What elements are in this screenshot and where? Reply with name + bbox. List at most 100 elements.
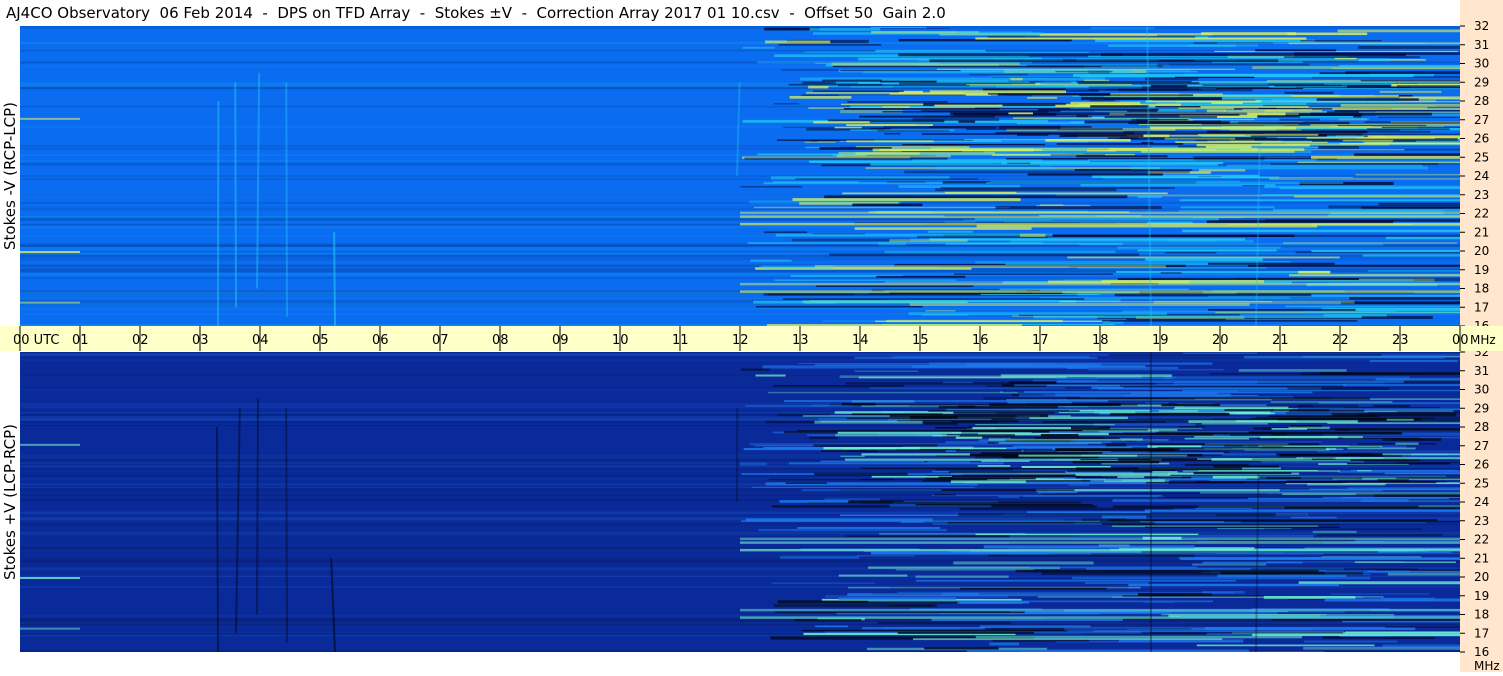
time-tick-label: 16	[972, 333, 989, 348]
bottom-striation	[1144, 602, 1175, 603]
bottom-striation	[1356, 494, 1460, 495]
bottom-striation	[1064, 628, 1255, 631]
top-frequency-axis-svg: 1617181920212223242526272829303132MHz	[1460, 0, 1503, 326]
top-striation	[1298, 162, 1460, 163]
chart-title: AJ4CO Observatory 06 Feb 2014 - DPS on T…	[0, 0, 1460, 26]
bottom-striation	[1145, 510, 1460, 512]
bottom-striation	[1323, 637, 1435, 639]
bottom-emission-band	[1266, 477, 1301, 478]
top-emission-band	[1397, 85, 1460, 88]
top-striation	[753, 301, 968, 304]
top-striation	[764, 231, 807, 233]
top-emission-band	[1142, 142, 1154, 144]
bottom-emission-band	[978, 465, 1011, 467]
top-striation	[1077, 267, 1266, 268]
top-striation	[1182, 235, 1460, 237]
top-striation	[1000, 289, 1189, 290]
time-tick-label: 06	[372, 333, 389, 348]
bottom-striation	[1161, 614, 1326, 615]
top-striation	[1131, 166, 1428, 169]
bottom-striation	[1317, 534, 1442, 536]
top-emission-band	[838, 85, 970, 87]
top-emission-band	[813, 91, 904, 92]
top-striation	[981, 294, 1101, 295]
top-emission-band	[884, 133, 900, 135]
top-striation	[969, 74, 1028, 76]
top-striation	[1269, 178, 1460, 179]
bottom-emission-band	[813, 444, 937, 446]
bottom-striation	[768, 392, 1018, 393]
time-tick-label: 21	[1272, 333, 1289, 348]
bottom-noise-band	[20, 483, 1460, 485]
bottom-striation	[1291, 517, 1337, 519]
bottom-noise-band	[20, 374, 1460, 376]
bottom-vertical-streak	[286, 408, 287, 642]
top-striation	[749, 200, 901, 203]
bottom-striation	[1370, 360, 1458, 362]
top-freq-tick-label: 27	[1474, 113, 1489, 127]
bottom-emission-band	[1289, 481, 1447, 482]
bottom-emission-band	[938, 477, 952, 480]
top-striation	[922, 314, 968, 315]
bottom-emission-band	[1104, 479, 1165, 482]
top-stripe	[740, 212, 1460, 215]
bottom-emission-band	[1073, 461, 1159, 463]
time-tick-label: 00	[1452, 333, 1469, 348]
bottom-emission-band	[1307, 483, 1385, 485]
top-striation	[975, 37, 1306, 39]
bottom-striation	[857, 555, 915, 556]
bottom-striation	[929, 362, 1212, 364]
bottom-striation	[1082, 518, 1126, 521]
top-emission-band	[1365, 121, 1460, 122]
top-freq-tick-label: 24	[1474, 169, 1489, 183]
top-striation	[852, 204, 922, 207]
bottom-striation	[786, 483, 827, 484]
top-emission-band	[1242, 109, 1312, 110]
top-emission-band	[1299, 113, 1363, 116]
top-freq-tick-label: 30	[1474, 57, 1489, 71]
top-striation	[996, 206, 1162, 209]
bottom-emission-band	[1298, 405, 1313, 406]
bottom-striation	[1385, 626, 1460, 627]
top-striation	[1283, 242, 1457, 244]
bottom-emission-band	[975, 456, 1018, 458]
bottom-striation	[740, 462, 767, 465]
bottom-emission-band	[1382, 453, 1460, 455]
top-striation	[930, 59, 1279, 62]
top-noise-band	[20, 65, 1460, 67]
top-striation	[1180, 199, 1460, 201]
bottom-emission-band	[939, 406, 1058, 409]
top-emission-band	[1279, 119, 1319, 121]
bottom-freq-tick-label: 22	[1474, 533, 1489, 547]
top-emission-band	[925, 144, 970, 145]
bottom-freq-tick-label: 21	[1474, 551, 1489, 565]
bottom-stripe	[20, 628, 80, 630]
bottom-emission-band	[995, 442, 1101, 443]
bottom-emission-band	[988, 442, 999, 444]
top-vertical-streak	[334, 232, 335, 326]
top-striation	[1300, 116, 1353, 118]
bottom-emission-band	[1041, 434, 1079, 437]
bottom-striation	[932, 495, 1162, 496]
top-emission-band	[1090, 105, 1148, 107]
top-vertical-streak	[235, 82, 236, 307]
top-striation	[1361, 80, 1460, 82]
top-freq-tick-label: 22	[1474, 207, 1489, 221]
top-emission-band	[844, 108, 1000, 110]
top-striation	[1386, 237, 1460, 239]
top-emission-band	[1051, 154, 1105, 155]
bottom-emission-band	[814, 421, 922, 424]
bottom-striation	[1325, 598, 1460, 601]
bottom-striation	[1272, 619, 1460, 621]
top-striation	[802, 82, 835, 84]
bottom-spectrogram-plot	[20, 352, 1460, 652]
time-axis-unit-label: MHz	[1470, 333, 1496, 347]
top-striation	[744, 157, 947, 159]
top-freq-tick-label: 32	[1474, 19, 1489, 33]
bottom-striation	[871, 552, 1049, 555]
top-striation	[754, 207, 1010, 208]
top-emission-band	[1378, 117, 1460, 118]
bottom-striation	[1202, 591, 1244, 594]
bottom-freq-tick-label: 28	[1474, 420, 1489, 434]
top-striation	[957, 31, 1033, 32]
